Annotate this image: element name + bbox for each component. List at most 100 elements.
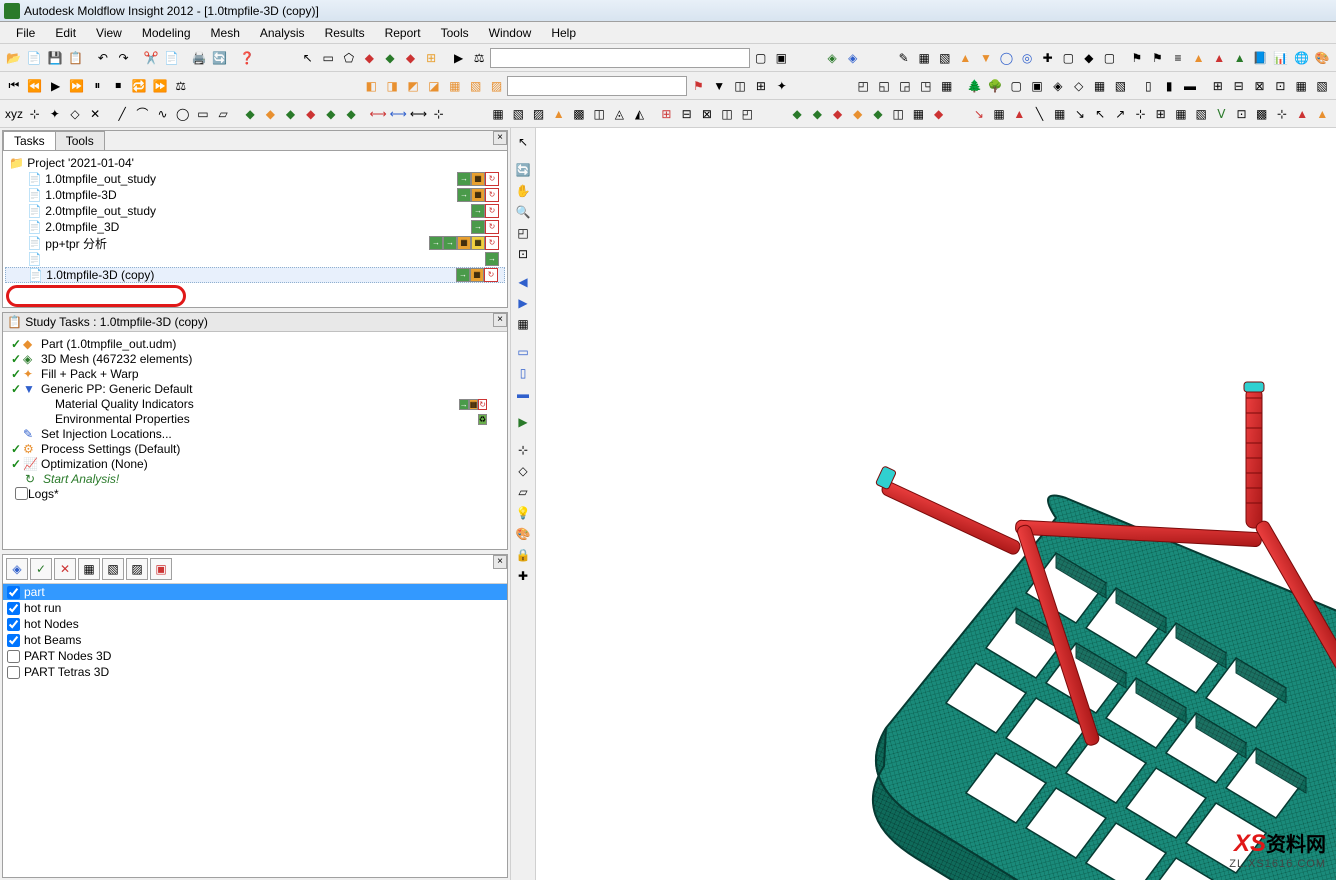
fit-icon[interactable]: ⊡: [513, 244, 533, 264]
cube3-icon[interactable]: ◩: [403, 76, 423, 96]
cube-red-icon[interactable]: ◆: [401, 48, 421, 68]
selection-dropdown[interactable]: [490, 48, 750, 68]
cone1-icon[interactable]: ▲: [1189, 48, 1209, 68]
layer-checkbox[interactable]: [7, 602, 20, 615]
win2-icon[interactable]: ◱: [874, 76, 894, 96]
study-logs[interactable]: Logs*: [7, 486, 503, 501]
menu-window[interactable]: Window: [479, 24, 542, 42]
new-icon[interactable]: 📄: [25, 48, 45, 68]
gate-icon[interactable]: ◆: [360, 48, 380, 68]
asm-icon[interactable]: ⊞: [751, 76, 771, 96]
tab-tasks[interactable]: Tasks: [3, 131, 56, 150]
m6-icon[interactable]: ◫: [590, 104, 609, 124]
m7-icon[interactable]: ◬: [610, 104, 629, 124]
project-item[interactable]: 📄 pp+tpr 分析 →→▦▦↻: [5, 235, 505, 251]
layer-checkbox[interactable]: [7, 650, 20, 663]
box-icon[interactable]: ▢: [751, 48, 771, 68]
win4-icon[interactable]: ◳: [916, 76, 936, 96]
open-icon[interactable]: 📂: [4, 48, 24, 68]
zoom-icon[interactable]: 🔍: [513, 202, 533, 222]
axis-icon[interactable]: ✚: [513, 566, 533, 586]
layer-checkbox[interactable]: [7, 634, 20, 647]
color2-icon[interactable]: 🎨: [513, 524, 533, 544]
ring-icon[interactable]: ◎: [1017, 48, 1037, 68]
d5-icon[interactable]: ◆: [868, 104, 887, 124]
k13-icon[interactable]: Ⅴ: [1212, 104, 1231, 124]
cube5-icon[interactable]: ▦: [445, 76, 465, 96]
lock-icon[interactable]: 🔒: [513, 545, 533, 565]
right-arrow-icon[interactable]: ▶: [513, 293, 533, 313]
grid2-icon[interactable]: ⊟: [1229, 76, 1249, 96]
cube6-icon[interactable]: ▧: [466, 76, 486, 96]
study-material[interactable]: ✓▼Generic PP: Generic Default: [7, 381, 503, 396]
panel-close-icon[interactable]: ×: [493, 131, 507, 145]
save-all-icon[interactable]: 📋: [66, 48, 86, 68]
box3-icon[interactable]: ▢: [1058, 48, 1078, 68]
study-env[interactable]: Environmental Properties ♻: [7, 411, 503, 426]
r1-icon[interactable]: ⊞: [657, 104, 676, 124]
step-fwd-icon[interactable]: ⏩: [67, 76, 87, 96]
k4-icon[interactable]: ╲: [1030, 104, 1049, 124]
study-start[interactable]: ↻Start Analysis!: [7, 471, 503, 486]
g1-icon[interactable]: ◆: [241, 104, 260, 124]
r2-icon[interactable]: ⊟: [677, 104, 696, 124]
play-icon[interactable]: ▶: [46, 76, 66, 96]
cube-green-icon[interactable]: ◆: [380, 48, 400, 68]
step-back-icon[interactable]: ⏪: [25, 76, 45, 96]
layer-row[interactable]: hot Nodes: [3, 616, 507, 632]
k15-icon[interactable]: ▩: [1252, 104, 1271, 124]
menu-analysis[interactable]: Analysis: [250, 24, 315, 42]
cut-icon[interactable]: ✂️: [141, 48, 161, 68]
layer-checkbox[interactable]: [7, 586, 20, 599]
copy-icon[interactable]: 📄: [162, 48, 182, 68]
print-icon[interactable]: 🖨️: [189, 48, 209, 68]
layer-row[interactable]: part: [3, 584, 507, 600]
explode-icon[interactable]: ✦: [772, 76, 792, 96]
redo-icon[interactable]: ↷: [114, 48, 134, 68]
study-mqi[interactable]: Material Quality Indicators →▦↻: [7, 396, 503, 411]
scale-icon[interactable]: ⚖: [171, 76, 191, 96]
menu-view[interactable]: View: [86, 24, 132, 42]
menu-modeling[interactable]: Modeling: [132, 24, 201, 42]
k12-icon[interactable]: ▧: [1192, 104, 1211, 124]
layer-blue-icon[interactable]: ◈: [843, 48, 863, 68]
box2-icon[interactable]: ▣: [772, 48, 792, 68]
flag2-icon[interactable]: ⚑: [1148, 48, 1168, 68]
d8-icon[interactable]: ◆: [929, 104, 948, 124]
line-icon[interactable]: ╱: [113, 104, 132, 124]
menu-tools[interactable]: Tools: [431, 24, 479, 42]
view-side-icon[interactable]: ▯: [513, 363, 533, 383]
loop-icon[interactable]: 🔁: [129, 76, 149, 96]
k2-icon[interactable]: ▦: [989, 104, 1008, 124]
light-icon[interactable]: 💡: [513, 503, 533, 523]
menu-edit[interactable]: Edit: [45, 24, 86, 42]
rotate-icon[interactable]: 🔄: [513, 160, 533, 180]
bar2-icon[interactable]: ▮: [1159, 76, 1179, 96]
snap-node-icon[interactable]: ⊹: [513, 440, 533, 460]
cube7-icon[interactable]: ▨: [487, 76, 507, 96]
g6-icon[interactable]: ◆: [342, 104, 361, 124]
d2-icon[interactable]: ◆: [808, 104, 827, 124]
grid6-icon[interactable]: ▧: [1312, 76, 1332, 96]
plus-icon[interactable]: ✚: [1038, 48, 1058, 68]
box9-icon[interactable]: ▦: [1090, 76, 1110, 96]
view-top-icon[interactable]: ▬: [513, 384, 533, 404]
color-icon[interactable]: 🎨: [1312, 48, 1332, 68]
tri-down-icon[interactable]: ▼: [976, 48, 996, 68]
stack-icon[interactable]: ≡: [1168, 48, 1188, 68]
pan-icon[interactable]: ✋: [513, 181, 533, 201]
mesh-icon[interactable]: ⊞: [421, 48, 441, 68]
cone2-icon[interactable]: ▲: [1209, 48, 1229, 68]
snap4-icon[interactable]: ✕: [86, 104, 105, 124]
k16-icon[interactable]: ⊹: [1272, 104, 1291, 124]
k10-icon[interactable]: ⊞: [1151, 104, 1170, 124]
d7-icon[interactable]: ▦: [909, 104, 928, 124]
grid3-icon[interactable]: ⊠: [1250, 76, 1270, 96]
wiz1-icon[interactable]: ▦: [914, 48, 934, 68]
ffwd-icon[interactable]: ⏩: [150, 76, 170, 96]
panel-close-icon[interactable]: ×: [493, 313, 507, 327]
circle2-icon[interactable]: ◯: [173, 104, 192, 124]
project-item[interactable]: 📄 1.0tmpfile_out_study →▦↻: [5, 171, 505, 187]
study-optimization[interactable]: ✓📈Optimization (None): [7, 456, 503, 471]
snap2-icon[interactable]: ✦: [45, 104, 64, 124]
